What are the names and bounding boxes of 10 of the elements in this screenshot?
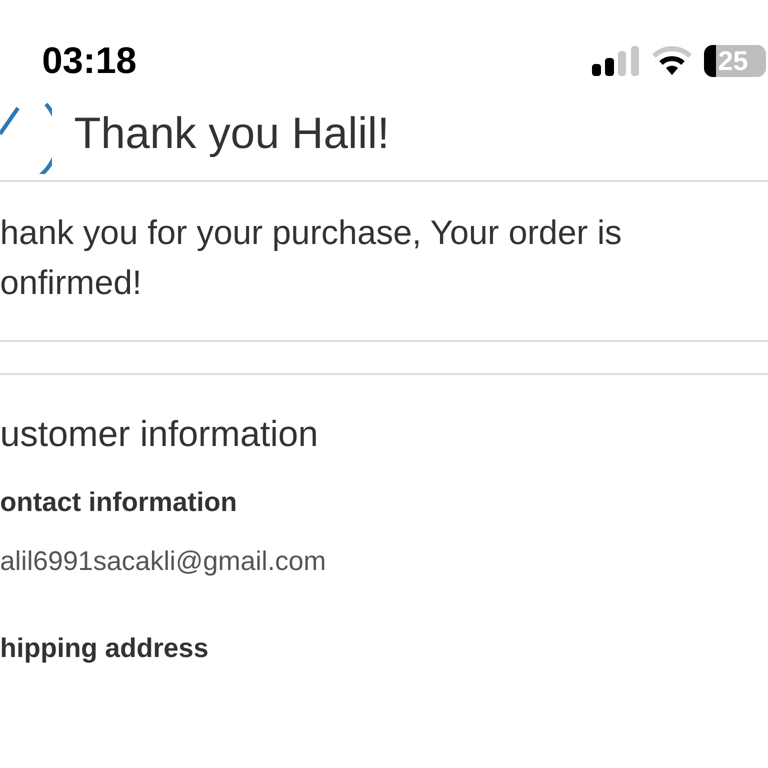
section-heading: ustomer information: [0, 413, 320, 455]
field-label: ontact information: [0, 487, 238, 518]
status-time: 03:18: [42, 40, 137, 82]
field-label: hipping address: [0, 633, 210, 664]
battery-indicator: 25: [704, 45, 766, 77]
wifi-icon: [652, 46, 692, 76]
signal-icon: [592, 46, 640, 76]
page-title: Thank you Halil!: [74, 109, 390, 159]
confirmation-message: hank you for your purchase, Your order is onfirmed!: [0, 213, 623, 304]
field-value: alil6991sacakli@gmail.com: [0, 546, 328, 577]
